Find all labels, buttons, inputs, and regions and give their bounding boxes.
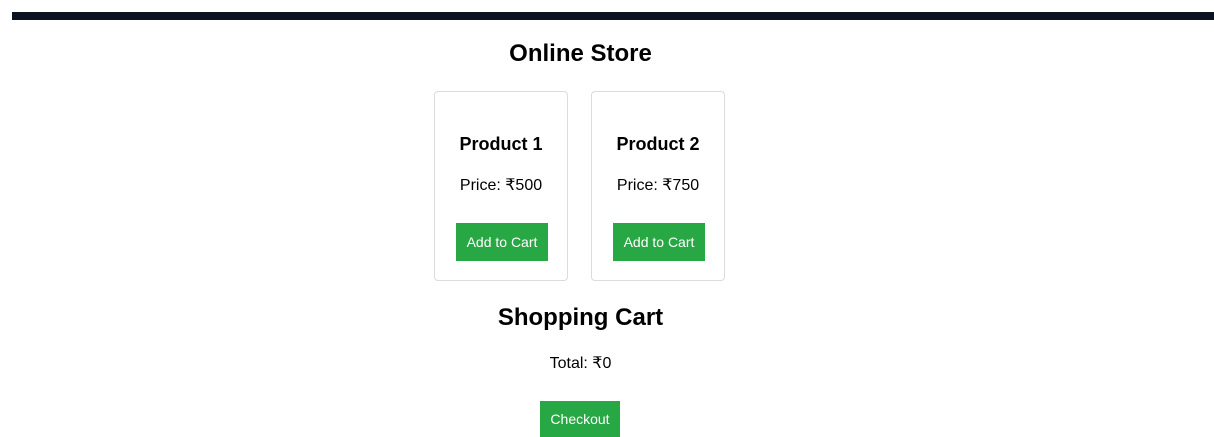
add-to-cart-button-1[interactable]: Add to Cart: [456, 223, 548, 261]
add-to-cart-button-2[interactable]: Add to Cart: [613, 223, 705, 261]
top-bar: [12, 12, 1214, 20]
page-title: Online Store: [509, 40, 652, 67]
product-card-1: Product 1 Price: ₹500 Add to Cart: [434, 91, 568, 281]
cart-total: Total: ₹0: [549, 355, 612, 372]
cart-title: Shopping Cart: [497, 304, 664, 331]
product-price: Price: ₹500: [459, 177, 543, 194]
product-price: Price: ₹750: [616, 177, 700, 194]
product-name: Product 2: [616, 134, 700, 154]
product-card-2: Product 2 Price: ₹750 Add to Cart: [591, 91, 725, 281]
product-name: Product 1: [459, 134, 543, 154]
checkout-button[interactable]: Checkout: [540, 401, 620, 437]
